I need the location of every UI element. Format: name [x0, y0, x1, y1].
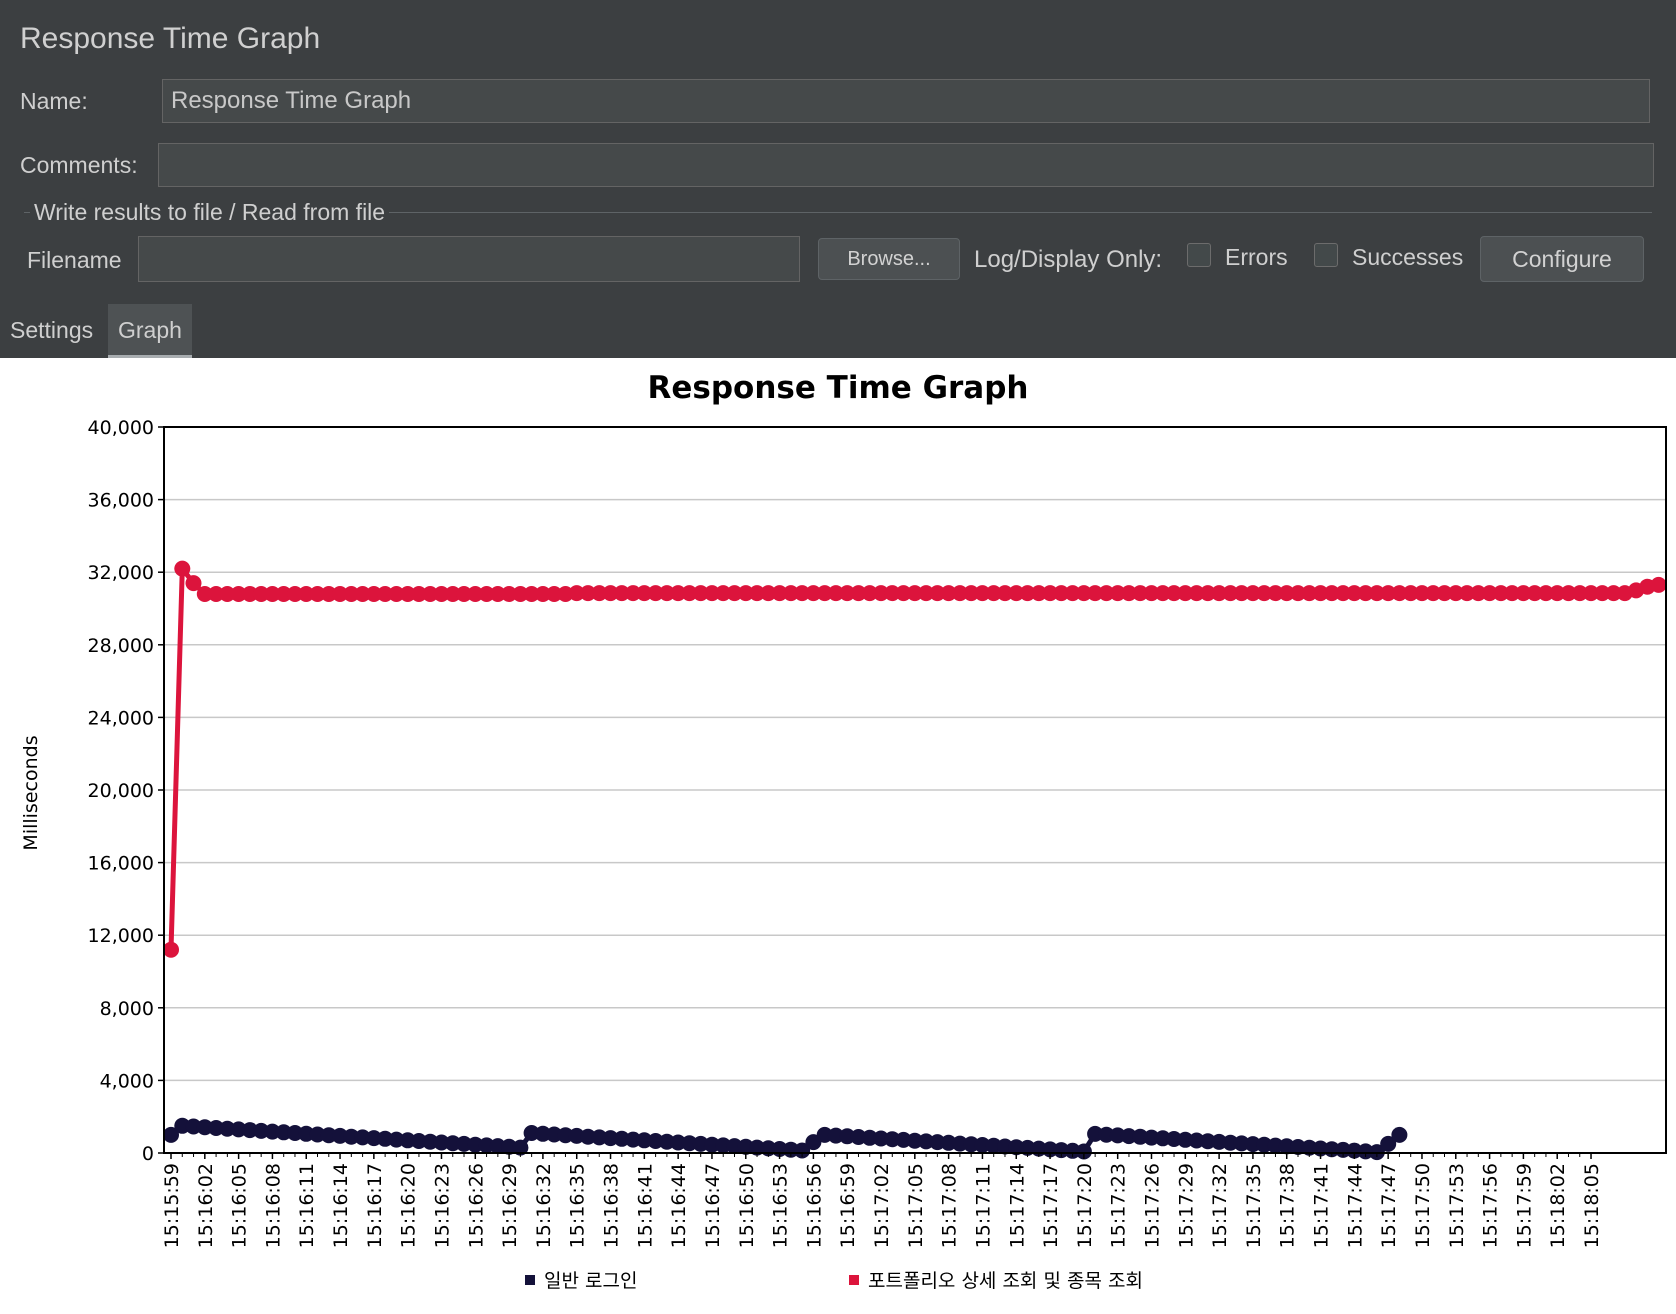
y-tick-label: 0	[142, 1143, 154, 1165]
x-tick-label: 15:16:20	[398, 1163, 420, 1248]
x-tick-label: 15:16:08	[262, 1163, 284, 1248]
x-tick-label: 15:17:59	[1513, 1163, 1535, 1248]
legend-label-login: 일반 로그인	[544, 1270, 637, 1292]
x-tick-label: 15:17:35	[1243, 1163, 1265, 1248]
x-tick-label: 15:16:26	[465, 1163, 487, 1248]
errors-checkbox[interactable]	[1187, 243, 1211, 267]
legend-swatch-login	[525, 1275, 535, 1285]
x-tick-label: 15:16:47	[702, 1163, 724, 1248]
log-display-label: Log/Display Only:	[974, 246, 1163, 273]
browse-button[interactable]: Browse...	[818, 238, 960, 280]
x-tick-label: 15:16:32	[533, 1163, 555, 1248]
x-tick-label: 15:16:17	[364, 1163, 386, 1248]
x-tick-label: 15:17:23	[1108, 1163, 1130, 1248]
x-tick-label: 15:18:02	[1547, 1163, 1569, 1248]
x-tick-label: 15:17:32	[1209, 1163, 1231, 1248]
x-tick-label: 15:17:47	[1378, 1163, 1400, 1248]
x-tick-label: 15:16:59	[837, 1163, 859, 1248]
y-tick-label: 4,000	[100, 1070, 154, 1092]
x-tick-label: 15:16:23	[431, 1163, 453, 1248]
y-tick-label: 8,000	[100, 998, 154, 1020]
y-tick-label: 24,000	[88, 707, 154, 729]
y-axis-label: Milliseconds	[20, 735, 42, 850]
x-tick-label: 15:17:26	[1141, 1163, 1163, 1248]
x-tick-label: 15:16:56	[803, 1163, 825, 1248]
filename-label: Filename	[27, 247, 122, 273]
x-tick-label: 15:16:44	[668, 1163, 690, 1248]
data-point	[1391, 1126, 1408, 1143]
series-portfolio	[163, 560, 1667, 958]
comments-label: Comments:	[20, 152, 138, 178]
configure-button[interactable]: Configure	[1480, 236, 1644, 282]
y-tick-label: 16,000	[88, 853, 154, 875]
x-tick-label: 15:17:14	[1006, 1163, 1028, 1248]
x-tick-label: 15:16:02	[195, 1163, 217, 1248]
y-axis-ticks: 0 4,000 8,000 12,000 16,000 20,000 24,000 28,00…	[88, 417, 164, 1165]
comments-input[interactable]	[158, 143, 1654, 187]
x-tick-label: 15:17:56	[1480, 1163, 1502, 1248]
data-point	[163, 941, 179, 958]
y-tick-label: 20,000	[88, 780, 154, 802]
x-tick-label: 15:17:53	[1446, 1163, 1468, 1248]
filename-input[interactable]	[138, 236, 800, 282]
x-tick-label: 15:16:41	[634, 1163, 656, 1248]
series-line	[168, 566, 1659, 950]
x-tick-label: 15:17:02	[871, 1163, 893, 1248]
name-label: Name:	[20, 88, 88, 114]
tab-settings[interactable]: Settings	[0, 304, 103, 358]
tab-graph[interactable]: Graph	[108, 304, 192, 358]
y-tick-label: 36,000	[88, 490, 154, 512]
name-input[interactable]	[162, 79, 1650, 123]
y-tick-label: 32,000	[88, 562, 154, 584]
x-tick-label: 15:17:44	[1344, 1163, 1366, 1248]
data-point	[174, 560, 191, 577]
x-tick-label: 15:16:38	[601, 1163, 623, 1248]
response-time-chart: Response Time Graph 0 4,000 8,000 12,000 16,…	[20, 370, 1667, 1292]
x-tick-label: 15:18:05	[1581, 1163, 1603, 1248]
settings-panel: Response Time Graph Name: Comments: Writ…	[0, 0, 1676, 358]
x-tick-label: 15:16:05	[229, 1163, 251, 1248]
x-tick-label: 15:17:05	[905, 1163, 927, 1248]
x-tick-label: 15:17:29	[1175, 1163, 1197, 1248]
x-tick-label: 15:17:17	[1040, 1163, 1062, 1248]
x-tick-label: 15:16:29	[499, 1163, 521, 1248]
x-tick-label: 15:17:08	[939, 1163, 961, 1248]
successes-label: Successes	[1352, 244, 1464, 270]
x-tick-label: 15:15:59	[161, 1163, 183, 1248]
panel-title: Response Time Graph	[20, 22, 321, 55]
legend-swatch-portfolio	[849, 1275, 859, 1285]
x-tick-label: 15:17:50	[1412, 1163, 1434, 1248]
y-tick-label: 28,000	[88, 635, 154, 657]
x-tick-label: 15:17:41	[1311, 1163, 1333, 1248]
errors-label: Errors	[1225, 244, 1288, 270]
legend: 일반 로그인 포트폴리오 상세 조회 및 종목 조회	[525, 1270, 1143, 1292]
file-section-label: Write results to file / Read from file	[30, 199, 390, 226]
data-point	[1650, 576, 1667, 593]
successes-checkbox[interactable]	[1314, 243, 1338, 267]
x-axis-ticks: 15:15:59 15:16:02 15:16:05 15:16:08 15:16:11…	[161, 1153, 1603, 1248]
x-tick-label: 15:17:38	[1277, 1163, 1299, 1248]
legend-label-portfolio: 포트폴리오 상세 조회 및 종목 조회	[868, 1270, 1143, 1292]
chart-title: Response Time Graph	[648, 370, 1029, 406]
x-tick-label: 15:17:20	[1074, 1163, 1096, 1248]
x-tick-label: 15:17:11	[972, 1163, 994, 1248]
x-tick-label: 15:16:14	[330, 1163, 352, 1248]
y-tick-label: 12,000	[88, 925, 154, 947]
x-tick-label: 15:16:50	[736, 1163, 758, 1248]
x-tick-label: 15:16:53	[770, 1163, 792, 1248]
y-tick-label: 40,000	[88, 417, 154, 439]
x-tick-label: 15:16:35	[567, 1163, 589, 1248]
x-tick-label: 15:16:11	[296, 1163, 318, 1248]
